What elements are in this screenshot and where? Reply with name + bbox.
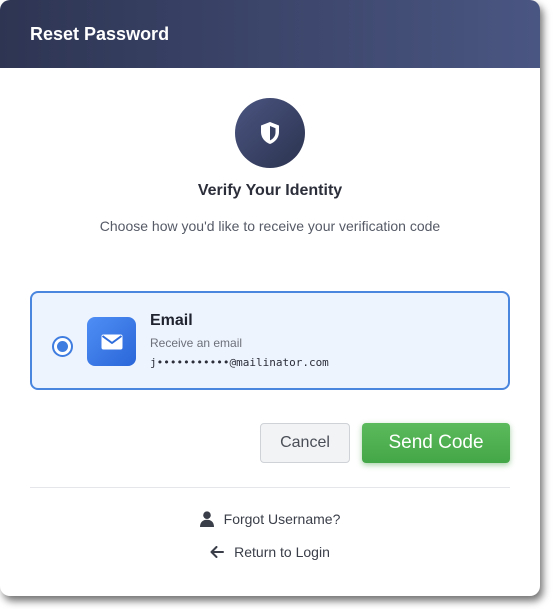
radio-selected-dot [57,341,68,352]
forgot-username-link[interactable]: Forgot Username? [0,511,540,527]
mail-icon-tile [87,317,136,366]
arrow-left-icon [210,546,225,558]
forgot-username-label: Forgot Username? [223,511,341,527]
dialog-title: Reset Password [30,23,170,44]
reset-password-dialog: Reset Password Verify Your Identity Choo… [0,0,540,596]
dialog-header: Reset Password [0,0,540,68]
email-option-title: Email [150,312,193,329]
masked-email-address: j•••••••••••@mailinator.com [150,356,329,369]
divider [30,487,510,488]
user-icon [199,511,214,527]
shield-badge [235,98,305,168]
cancel-button[interactable]: Cancel [260,423,350,463]
verify-heading: Verify Your Identity [197,182,343,199]
mail-icon [101,334,122,349]
verify-subtitle: Choose how you'd like to receive your ve… [99,218,441,234]
return-to-login-label: Return to Login [234,544,330,560]
email-option-radio[interactable] [52,336,73,357]
shield-icon [261,122,279,144]
return-to-login-link[interactable]: Return to Login [0,544,540,560]
send-code-button[interactable]: Send Code [362,423,510,463]
email-option-card[interactable]: Email Receive an email j•••••••••••@mail… [30,291,510,390]
email-option-description: Receive an email [150,336,243,350]
